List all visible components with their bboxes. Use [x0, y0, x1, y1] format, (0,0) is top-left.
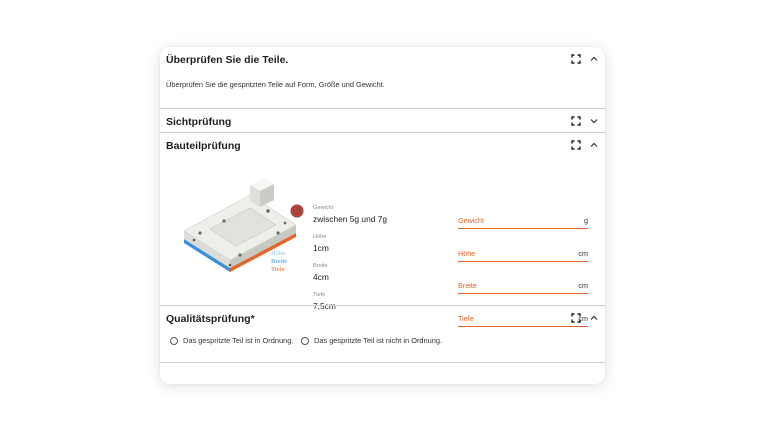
- height-input[interactable]: Höhe cm: [458, 245, 588, 262]
- spec-value-weight: zwischen 5g und 7g: [313, 214, 388, 224]
- expand-icon[interactable]: [571, 54, 581, 64]
- width-input-label: Breite: [458, 281, 477, 290]
- expand-icon[interactable]: [571, 116, 581, 126]
- section-part-check: Bauteilprüfung Höhe Breite Tiefe Gewicht…: [160, 133, 605, 327]
- chevron-up-icon[interactable]: [589, 54, 599, 64]
- spec-label-weight: Gewicht: [313, 205, 334, 211]
- radio-button[interactable]: [301, 336, 309, 345]
- radio-option-not-ok[interactable]: Das gespritzte Teil ist nicht in Ordnung…: [301, 336, 442, 345]
- height-input-unit: cm: [578, 249, 588, 258]
- spec-value-height: 1cm: [313, 243, 329, 253]
- width-input-unit: cm: [578, 281, 588, 290]
- radio-option-ok[interactable]: Das gespritzte Teil ist in Ordnung.: [170, 336, 293, 345]
- section-title-quality-check: Qualitätsprüfung*: [166, 313, 255, 325]
- section-visual-check[interactable]: Sichtprüfung: [160, 109, 605, 132]
- radio-label-not-ok: Das gespritzte Teil ist nicht in Ordnung…: [314, 336, 443, 345]
- prohibited-icon: [290, 204, 304, 218]
- spec-label-depth: Tiefe: [313, 292, 326, 298]
- section-title-part-check: Bauteilprüfung: [166, 140, 241, 152]
- dimension-legend: Höhe Breite Tiefe: [271, 250, 287, 274]
- section-description: Überprüfen Sie die gespritzten Teile auf…: [166, 80, 385, 89]
- chevron-up-icon[interactable]: [589, 140, 599, 150]
- divider: [160, 362, 605, 363]
- section-title-check-parts: Überprüfen Sie die Teile.: [166, 54, 289, 66]
- checklist-card: Überprüfen Sie die Teile. Überprüfen Sie…: [160, 47, 605, 384]
- radio-button[interactable]: [170, 336, 178, 345]
- legend-width: Breite: [271, 258, 288, 265]
- chevron-up-icon[interactable]: [589, 313, 599, 323]
- expand-icon[interactable]: [571, 140, 581, 150]
- width-input[interactable]: Breite cm: [458, 277, 588, 294]
- weight-input-unit: g: [584, 216, 588, 225]
- legend-height: Höhe: [271, 250, 286, 257]
- legend-depth: Tiefe: [271, 266, 285, 273]
- weight-input-label: Gewicht: [458, 216, 484, 225]
- chevron-down-icon[interactable]: [589, 116, 599, 126]
- section-quality-check: Qualitätsprüfung* Das gespritzte Teil is…: [160, 306, 605, 362]
- section-check-parts: Überprüfen Sie die Teile. Überprüfen Sie…: [160, 47, 605, 108]
- spec-label-width: Breite: [313, 263, 328, 269]
- spec-label-height: Höhe: [313, 234, 327, 240]
- radio-label-ok: Das gespritzte Teil ist in Ordnung.: [183, 336, 294, 345]
- height-input-label: Höhe: [458, 249, 476, 258]
- expand-icon[interactable]: [571, 313, 581, 323]
- spec-value-width: 4cm: [313, 272, 329, 282]
- weight-input[interactable]: Gewicht g: [458, 212, 588, 229]
- section-title-visual-check: Sichtprüfung: [166, 116, 232, 128]
